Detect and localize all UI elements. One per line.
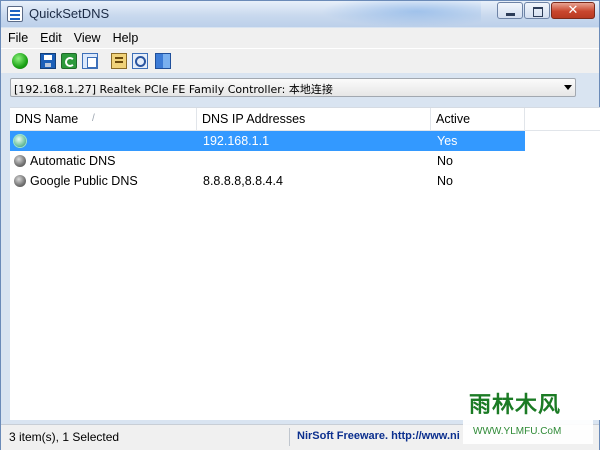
column-header-dns-ip[interactable]: DNS IP Addresses bbox=[197, 108, 431, 130]
menu-edit[interactable]: Edit bbox=[34, 28, 68, 48]
cell-active: No bbox=[437, 154, 453, 168]
status-item-count: 3 item(s), 1 Selected bbox=[9, 430, 120, 444]
exit-icon[interactable] bbox=[155, 53, 171, 69]
maximize-icon bbox=[533, 7, 543, 17]
table-row[interactable]: Google Public DNS 8.8.8.8,8.8.4.4 No bbox=[10, 171, 600, 191]
cell-dns-name: Automatic DNS bbox=[30, 154, 116, 168]
cell-dns-ip: 192.168.1.1 bbox=[203, 134, 270, 148]
cell-active: Yes bbox=[437, 134, 458, 148]
dns-active-icon bbox=[14, 135, 26, 147]
save-icon[interactable] bbox=[40, 53, 56, 69]
caption-buttons: ✕ bbox=[496, 2, 595, 21]
status-divider bbox=[289, 428, 290, 446]
cell-dns-ip: 8.8.8.8,8.8.4.4 bbox=[203, 174, 283, 188]
network-adapter-select[interactable]: [192.168.1.27] Realtek PCIe FE Family Co… bbox=[10, 78, 576, 97]
menu-bar: File Edit View Help bbox=[1, 28, 599, 48]
list-header: DNS Name / DNS IP Addresses Active bbox=[10, 108, 600, 131]
watermark-logo-text: 雨林木风 bbox=[469, 393, 562, 418]
table-row[interactable]: 192.168.1.1 Yes bbox=[10, 131, 600, 151]
find-icon[interactable] bbox=[132, 53, 148, 69]
column-header-dns-name[interactable]: DNS Name / bbox=[10, 108, 197, 130]
dns-inactive-icon bbox=[14, 175, 26, 187]
menu-view[interactable]: View bbox=[68, 28, 107, 48]
list-rows: 192.168.1.1 Yes Automatic DNS No Google … bbox=[10, 131, 600, 191]
app-window: QuickSetDNS ✕ File Edit View Help [192.1… bbox=[0, 0, 600, 450]
table-row[interactable]: Automatic DNS No bbox=[10, 151, 600, 171]
column-header-label: DNS IP Addresses bbox=[202, 112, 306, 126]
title-bar[interactable]: QuickSetDNS ✕ bbox=[1, 1, 599, 27]
close-icon: ✕ bbox=[567, 3, 579, 18]
column-header-active[interactable]: Active bbox=[431, 108, 525, 130]
sort-indicator-icon: / bbox=[92, 113, 95, 124]
refresh-icon[interactable] bbox=[61, 53, 77, 69]
menu-help[interactable]: Help bbox=[107, 28, 145, 48]
nirsoft-link[interactable]: NirSoft Freeware. http://www.ni bbox=[297, 430, 460, 442]
watermark-url: WWW.YLMFU.CoM bbox=[473, 426, 562, 437]
column-header-label: Active bbox=[436, 112, 471, 126]
toolbar bbox=[1, 48, 599, 73]
start-icon[interactable] bbox=[12, 53, 28, 69]
minimize-icon bbox=[506, 13, 515, 16]
copy-icon[interactable] bbox=[82, 53, 98, 69]
app-icon[interactable] bbox=[7, 6, 23, 22]
window-title: QuickSetDNS bbox=[29, 6, 110, 21]
column-header-label: DNS Name bbox=[15, 112, 79, 126]
watermark-logo: 雨林木风 WWW.YLMFU.CoM bbox=[463, 384, 593, 444]
dropdown-arrow-icon[interactable] bbox=[564, 85, 572, 90]
cell-dns-name: Google Public DNS bbox=[30, 174, 138, 188]
cell-active: No bbox=[437, 174, 453, 188]
menu-file[interactable]: File bbox=[1, 28, 34, 48]
title-bar-glass bbox=[321, 1, 481, 27]
properties-icon[interactable] bbox=[111, 53, 127, 69]
dns-list[interactable]: DNS Name / DNS IP Addresses Active 192.1… bbox=[10, 107, 600, 420]
maximize-button[interactable] bbox=[524, 2, 550, 19]
minimize-button[interactable] bbox=[497, 2, 523, 19]
dns-inactive-icon bbox=[14, 155, 26, 167]
network-adapter-value: [192.168.1.27] Realtek PCIe FE Family Co… bbox=[14, 83, 333, 96]
close-button[interactable]: ✕ bbox=[551, 2, 595, 19]
